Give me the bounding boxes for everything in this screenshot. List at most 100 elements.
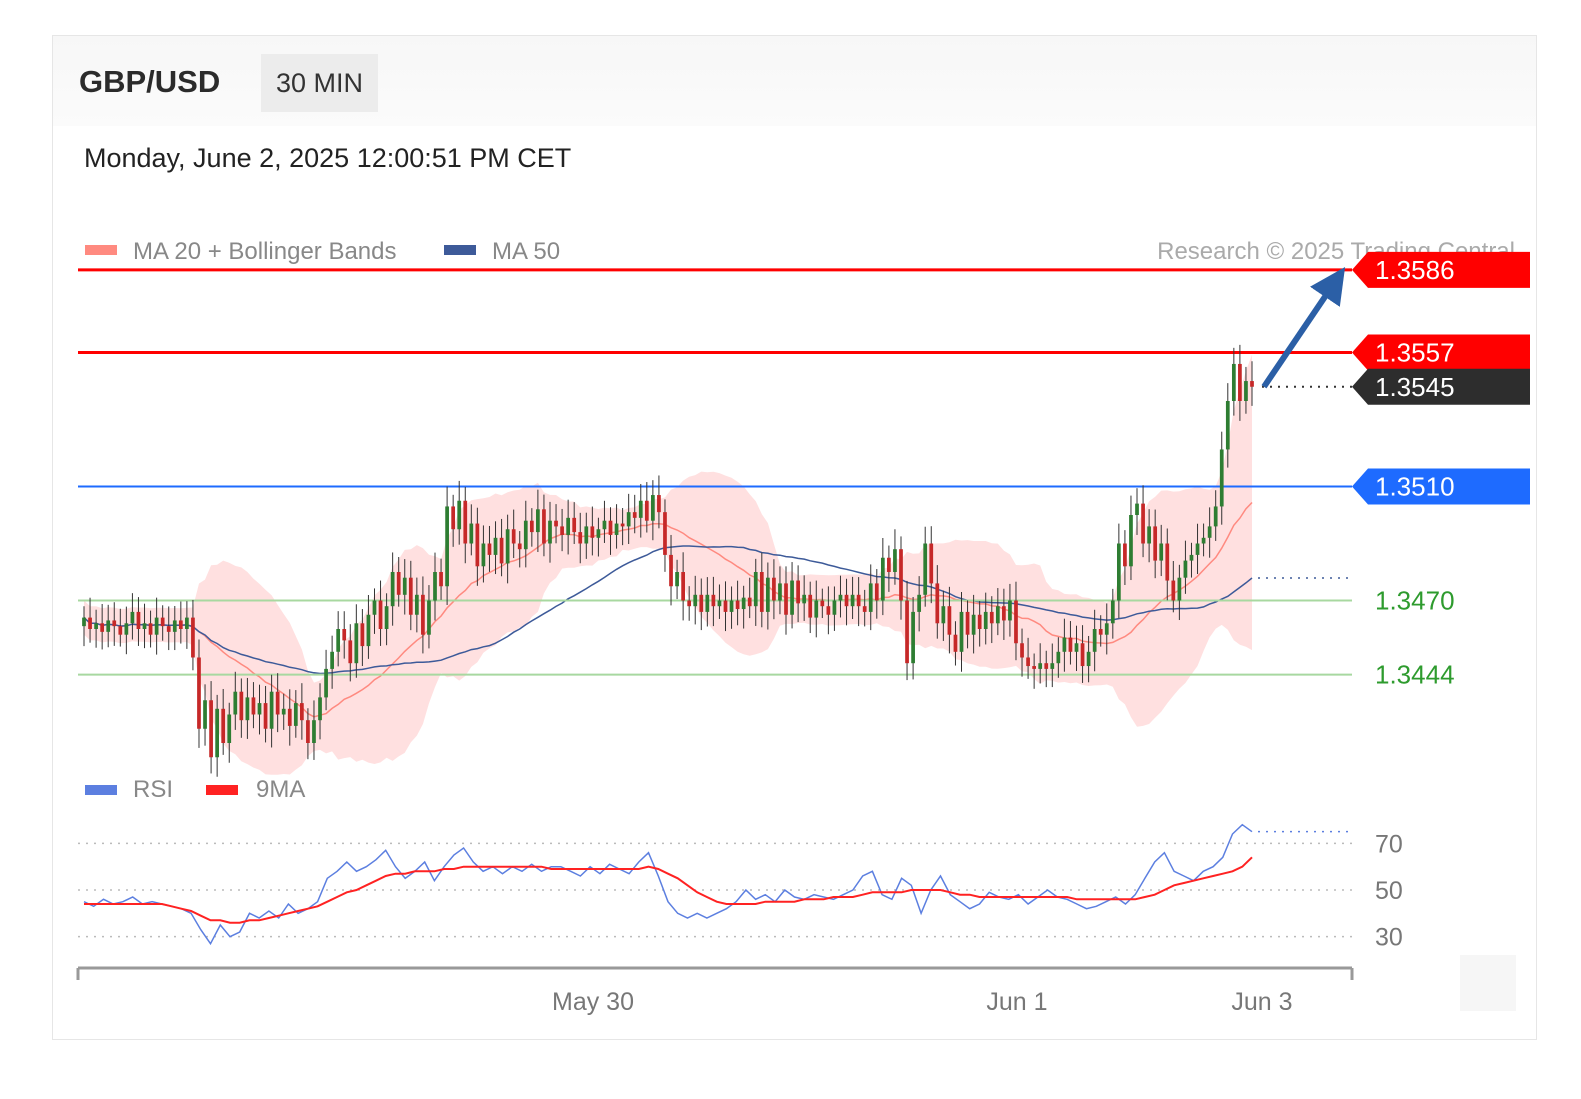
candle-body <box>227 714 232 743</box>
candle-body <box>1116 543 1121 601</box>
rsi-tick-label: 30 <box>1375 924 1403 952</box>
candle-body <box>584 526 589 544</box>
candle-body <box>408 577 413 615</box>
candle-body <box>989 611 994 624</box>
candle-body <box>765 577 770 612</box>
candle-body <box>106 620 111 632</box>
candle-body <box>1123 543 1127 567</box>
candle-body <box>203 700 207 729</box>
candle-body <box>299 703 304 721</box>
candle-body <box>529 520 534 533</box>
candle-body <box>402 577 407 595</box>
candle-body <box>808 594 813 618</box>
candle-body <box>1147 526 1151 544</box>
candle-body <box>693 594 698 607</box>
resistance-price-tag-label: 1.3557 <box>1375 338 1455 368</box>
price-chart: MA 20 + Bollinger Bands MA 50 Research ©… <box>76 238 1530 1016</box>
candle-body <box>675 572 679 587</box>
candle-body <box>1219 449 1224 507</box>
candle-body <box>281 708 286 715</box>
candle-body <box>336 629 341 652</box>
candle-body <box>172 620 177 632</box>
candle-body <box>463 500 468 544</box>
candle-body <box>451 506 456 530</box>
candle-body <box>820 600 825 607</box>
forecast-arrow <box>1261 266 1346 389</box>
candle-body <box>844 594 849 607</box>
candle-body <box>644 500 649 521</box>
candle-body <box>778 583 782 601</box>
candle-body <box>1002 606 1006 621</box>
candle-body <box>838 594 843 601</box>
candle-body <box>306 720 310 743</box>
candle-body <box>233 691 238 715</box>
rsi-legend-label: RSI <box>133 776 173 803</box>
candle-body <box>796 580 800 604</box>
candle-body <box>414 594 419 615</box>
candle-body <box>542 509 546 544</box>
candle-body <box>1020 643 1024 658</box>
candle-body <box>475 523 480 567</box>
x-tick-label: Jun 1 <box>986 988 1047 1016</box>
candle-body <box>790 580 794 615</box>
candle-body <box>1159 543 1164 561</box>
candle-body <box>856 594 861 607</box>
candle-body <box>632 512 637 518</box>
rsi-ma-line <box>84 856 1253 924</box>
candle-body <box>868 583 873 612</box>
candle-body <box>699 594 704 612</box>
candle-body <box>1141 503 1145 544</box>
candle-body <box>390 572 395 607</box>
candle-body <box>832 600 837 615</box>
candle-body <box>1086 651 1091 667</box>
candle-body <box>917 594 922 612</box>
candle-body <box>427 600 431 635</box>
candle-body <box>905 600 909 664</box>
rsi-line <box>83 823 1253 946</box>
candle-body <box>941 606 946 624</box>
candle-body <box>548 520 552 544</box>
candle-body <box>784 583 788 615</box>
candle-body <box>971 614 976 635</box>
candle-body <box>82 617 86 627</box>
candle-body <box>657 495 661 513</box>
candle-body <box>772 577 776 601</box>
candle-body <box>554 520 558 527</box>
candle-body <box>1044 663 1049 669</box>
candle-body <box>1207 526 1212 538</box>
candle-body <box>887 557 891 572</box>
candle-body <box>378 600 383 629</box>
candle-body <box>663 512 667 555</box>
candle-body <box>536 509 540 533</box>
candle-body <box>88 617 92 629</box>
candle-body <box>445 506 449 587</box>
candle-body <box>372 600 377 615</box>
candle-body <box>439 572 443 587</box>
candle-body <box>1189 554 1194 561</box>
support-level-label: 1.3470 <box>1375 586 1455 616</box>
candle-body <box>469 523 474 544</box>
candle-body <box>239 691 244 721</box>
candle-body <box>487 543 492 555</box>
candle-body <box>1098 629 1103 635</box>
candle-body <box>1171 580 1176 601</box>
candle-body <box>118 626 123 635</box>
candle-body <box>747 597 752 607</box>
candle-body <box>348 640 353 664</box>
candle-body <box>602 520 607 530</box>
candle-body <box>366 614 371 647</box>
candle-body <box>566 517 571 535</box>
x-tick-label: May 30 <box>552 988 634 1016</box>
candle-body <box>626 512 631 527</box>
candle-body <box>1231 363 1236 401</box>
candle-body <box>396 572 401 595</box>
candle-body <box>947 606 952 635</box>
candle-body <box>517 543 522 550</box>
candle-body <box>275 691 280 715</box>
candle-body <box>523 520 528 550</box>
candle-body <box>1238 363 1242 401</box>
candle-body <box>590 526 595 538</box>
candle-body <box>1032 666 1037 669</box>
scroll-corner-button[interactable] <box>1460 955 1516 1011</box>
ma20-legend-label: MA 20 + Bollinger Bands <box>133 238 397 265</box>
